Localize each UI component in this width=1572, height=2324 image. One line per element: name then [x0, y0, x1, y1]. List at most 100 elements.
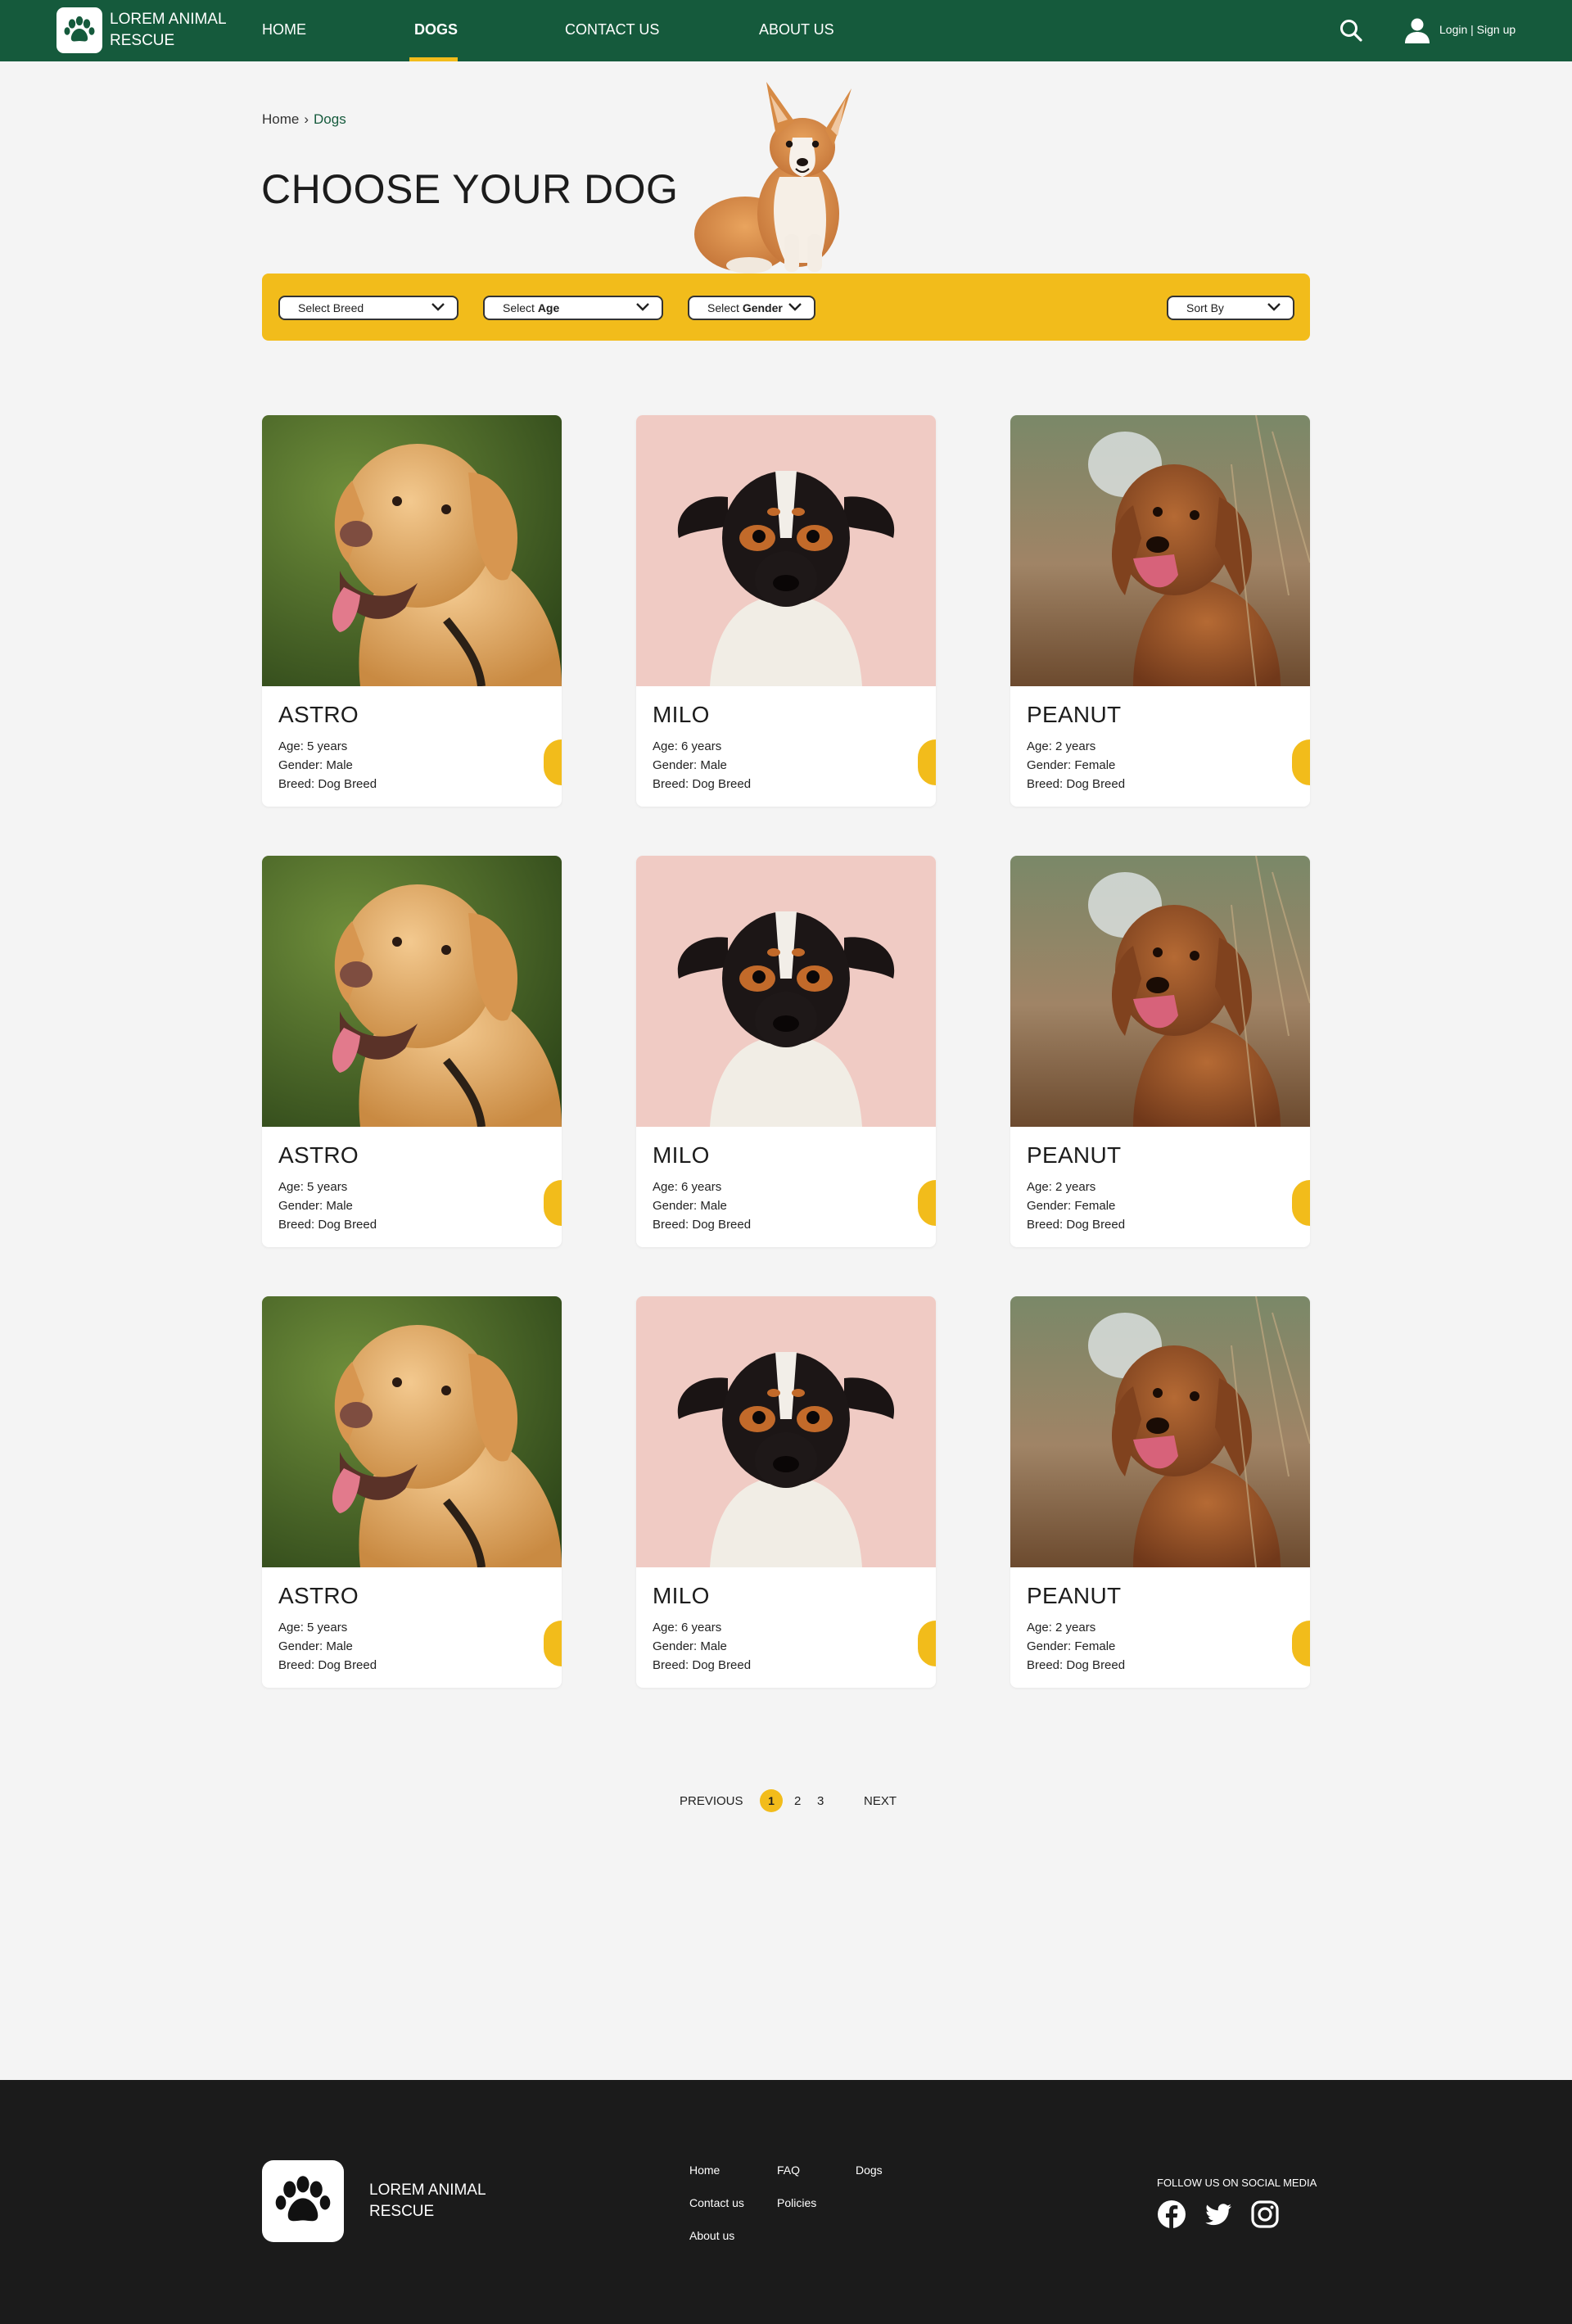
- pagination-next[interactable]: NEXT: [864, 1794, 897, 1808]
- dog-breed-key: Breed:: [653, 777, 689, 791]
- filter-bar: Select Breed Select Age Select Gender So…: [262, 274, 1310, 341]
- dog-card[interactable]: PEANUT Age: 2 years Gender: Female Breed: D…: [1010, 856, 1310, 1247]
- adopt-tab-button[interactable]: [544, 1180, 562, 1226]
- dog-age-key: Age:: [1027, 1621, 1052, 1634]
- dog-breed: Breed: Dog Breed: [1027, 1218, 1125, 1232]
- dog-age-key: Age:: [278, 739, 304, 753]
- dog-name: ASTRO: [278, 702, 359, 727]
- dog-gender-value: Female: [1074, 1199, 1116, 1213]
- footer-link-contact-us[interactable]: Contact us: [689, 2196, 744, 2209]
- footer-link-faq[interactable]: FAQ: [777, 2163, 800, 2177]
- adopt-tab-button[interactable]: [1292, 1621, 1310, 1666]
- dog-breed: Breed: Dog Breed: [278, 1658, 377, 1672]
- dog-age: Age: 2 years: [1027, 1621, 1095, 1634]
- adopt-tab-button[interactable]: [1292, 1180, 1310, 1226]
- adopt-tab-button[interactable]: [544, 739, 562, 785]
- pagination-page-2[interactable]: 2: [794, 1794, 801, 1808]
- breed-select[interactable]: Select Breed: [278, 296, 458, 320]
- dog-gender-key: Gender:: [653, 758, 698, 772]
- dog-photo-frame[interactable]: [262, 415, 562, 686]
- dog-gender-key: Gender:: [653, 1199, 698, 1213]
- nav-home[interactable]: HOME: [262, 21, 306, 38]
- dog-photo: [1010, 415, 1310, 686]
- dog-age-key: Age:: [653, 739, 678, 753]
- dog-gender-value: Male: [326, 1199, 353, 1213]
- dog-name: PEANUT: [1027, 1583, 1122, 1608]
- dog-gender-value: Female: [1074, 758, 1116, 772]
- dog-gender: Gender: Female: [1027, 1639, 1115, 1653]
- dog-card[interactable]: MILO Age: 6 years Gender: Male Breed: Dog B…: [636, 856, 936, 1247]
- breadcrumb: Home › Dogs: [262, 111, 346, 128]
- twitter-icon[interactable]: [1204, 2200, 1233, 2229]
- footer-link-policies[interactable]: Policies: [777, 2196, 816, 2209]
- dog-card[interactable]: ASTRO Age: 5 years Gender: Male Breed: Dog …: [262, 856, 562, 1247]
- search-icon[interactable]: [1339, 18, 1363, 43]
- dog-photo-frame[interactable]: [262, 1296, 562, 1567]
- dog-photo-frame[interactable]: [1010, 856, 1310, 1127]
- dog-photo-frame[interactable]: [636, 1296, 936, 1567]
- dog-photo-frame[interactable]: [262, 856, 562, 1127]
- footer-link-dogs[interactable]: Dogs: [856, 2163, 883, 2177]
- dog-card[interactable]: MILO Age: 6 years Gender: Male Breed: Dog B…: [636, 415, 936, 807]
- adopt-tab-button[interactable]: [918, 1621, 936, 1666]
- chevron-down-icon: [788, 303, 802, 311]
- dog-card[interactable]: PEANUT Age: 2 years Gender: Female Breed: D…: [1010, 1296, 1310, 1688]
- dog-breed: Breed: Dog Breed: [1027, 1658, 1125, 1672]
- dog-breed-value: Dog Breed: [1066, 1218, 1126, 1232]
- pagination-page-3[interactable]: 3: [817, 1794, 824, 1808]
- nav-dogs[interactable]: DOGS: [414, 21, 458, 38]
- dog-age-key: Age:: [1027, 739, 1052, 753]
- dog-photo: [262, 1296, 562, 1567]
- dog-breed-value: Dog Breed: [318, 1658, 377, 1672]
- dog-breed: Breed: Dog Breed: [1027, 777, 1125, 791]
- footer-link-about-us[interactable]: About us: [689, 2229, 734, 2242]
- breadcrumb-home[interactable]: Home: [262, 111, 299, 127]
- sort-by-select[interactable]: Sort By: [1167, 296, 1294, 320]
- adopt-tab-button[interactable]: [918, 1180, 936, 1226]
- pagination-page-1[interactable]: 1: [760, 1789, 783, 1812]
- dog-photo-frame[interactable]: [636, 415, 936, 686]
- nav-about-us[interactable]: ABOUT US: [759, 21, 834, 38]
- gender-select[interactable]: Select Gender: [688, 296, 815, 320]
- page-title: CHOOSE YOUR DOG: [261, 166, 679, 212]
- dog-age: Age: 6 years: [653, 1180, 721, 1194]
- dog-breed-key: Breed:: [653, 1218, 689, 1232]
- age-select[interactable]: Select Age: [483, 296, 663, 320]
- dog-photo-frame[interactable]: [1010, 1296, 1310, 1567]
- adopt-tab-button[interactable]: [544, 1621, 562, 1666]
- dog-card[interactable]: ASTRO Age: 5 years Gender: Male Breed: Dog …: [262, 415, 562, 807]
- adopt-tab-button[interactable]: [918, 739, 936, 785]
- dog-gender-key: Gender:: [1027, 758, 1072, 772]
- footer-logo[interactable]: [262, 2160, 344, 2242]
- adopt-tab-button[interactable]: [1292, 739, 1310, 785]
- dog-card[interactable]: ASTRO Age: 5 years Gender: Male Breed: Dog …: [262, 1296, 562, 1688]
- dog-gender: Gender: Female: [1027, 1199, 1115, 1213]
- dog-age: Age: 2 years: [1027, 739, 1095, 753]
- dog-gender-value: Male: [700, 758, 727, 772]
- dog-gender: Gender: Male: [278, 758, 353, 772]
- instagram-icon[interactable]: [1250, 2200, 1280, 2229]
- dog-age-value: 6 years: [681, 1180, 722, 1194]
- dog-breed: Breed: Dog Breed: [278, 1218, 377, 1232]
- dog-breed-value: Dog Breed: [1066, 777, 1126, 791]
- top-navigation-bar: LOREM ANIMAL RESCUE HOME DOGS CONTACT US…: [0, 0, 1572, 61]
- logo-text[interactable]: LOREM ANIMAL RESCUE: [110, 9, 241, 52]
- dog-card[interactable]: PEANUT Age: 2 years Gender: Female Breed: D…: [1010, 415, 1310, 807]
- footer-link-home[interactable]: Home: [689, 2163, 720, 2177]
- facebook-icon[interactable]: [1157, 2200, 1186, 2229]
- nav-contact-us[interactable]: CONTACT US: [565, 21, 659, 38]
- breadcrumb-current[interactable]: Dogs: [314, 111, 346, 127]
- login-signup-link[interactable]: Login | Sign up: [1439, 23, 1516, 36]
- footer: LOREM ANIMAL RESCUE Home FAQ Dogs Contac…: [0, 2080, 1572, 2324]
- dog-card[interactable]: MILO Age: 6 years Gender: Male Breed: Dog B…: [636, 1296, 936, 1688]
- dog-gender-value: Male: [700, 1639, 727, 1653]
- dog-photo: [636, 856, 936, 1127]
- pagination-previous[interactable]: PREVIOUS: [680, 1794, 743, 1808]
- logo[interactable]: [56, 7, 102, 53]
- age-select-label: Age: [537, 301, 560, 314]
- paw-icon: [275, 2176, 331, 2222]
- dog-photo-frame[interactable]: [1010, 415, 1310, 686]
- dog-photo-frame[interactable]: [636, 856, 936, 1127]
- user-icon[interactable]: [1403, 16, 1431, 44]
- dog-breed: Breed: Dog Breed: [653, 1218, 751, 1232]
